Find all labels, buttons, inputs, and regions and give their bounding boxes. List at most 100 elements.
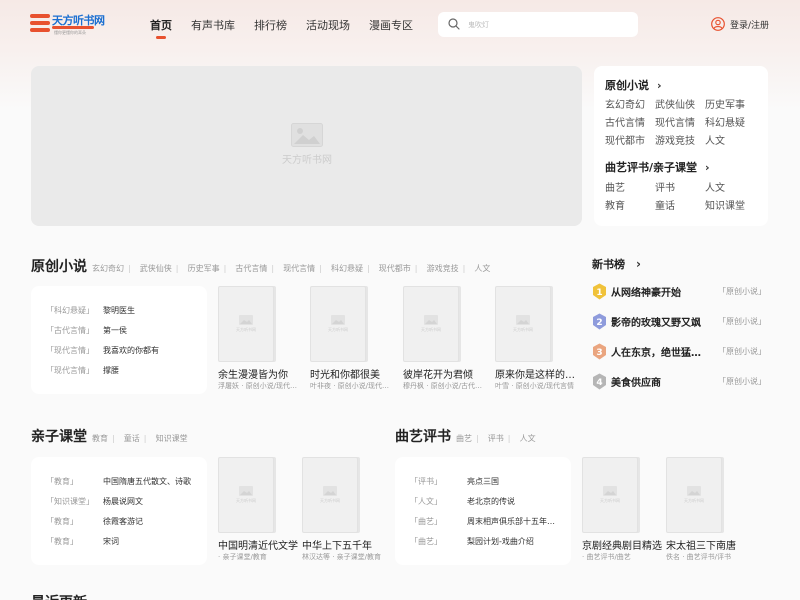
category-link[interactable]: 人文	[705, 182, 765, 195]
search-icon[interactable]	[448, 18, 460, 30]
category-link[interactable]: 玄幻奇幻	[605, 99, 655, 112]
image-placeholder-icon	[516, 315, 530, 325]
category-link[interactable]: 教育	[605, 200, 655, 213]
category-link[interactable]: 历史军事	[705, 99, 765, 112]
header: 天方听书网 懂你更懂你的耳朵 首页 有声书库 排行榜 活动现场 漫画专区 登录/…	[0, 0, 800, 50]
book-meta: · 亲子课堂/教育	[218, 553, 267, 561]
book-card[interactable]: 天方听书网 余生漫漫皆为你 浮屠妖 · 原创小说/现代言情	[218, 286, 300, 394]
image-placeholder-icon	[603, 486, 617, 496]
book-title: 京剧经典剧目精选	[582, 541, 662, 552]
list-item[interactable]: 「古代言情」 第一侯	[46, 325, 196, 336]
category-title-quyi-kids[interactable]: 曲艺评书/亲子课堂 ›	[605, 159, 710, 175]
rank-medal-icon: 2	[593, 313, 606, 330]
kids-list-card: 「教育」 中国隋唐五代散文、诗歌 「知识课堂」 杨晨说网文 「教育」 徐霞客游记 「教…	[31, 457, 207, 565]
list-item[interactable]: 「曲艺」 周末相声俱乐部十五年精选	[410, 516, 560, 527]
category-link[interactable]: 武侠仙侠	[655, 99, 705, 112]
list-item[interactable]: 「教育」 宋词	[46, 536, 196, 547]
nav-home[interactable]: 首页	[150, 17, 172, 39]
category-grid-quyi-kids: 曲艺 评书 人文 教育 童话 知识课堂	[605, 182, 765, 213]
book-title: 中华上下五千年	[302, 541, 372, 552]
nav-events[interactable]: 活动现场	[306, 17, 350, 33]
book-card[interactable]: 天方听书网 中国明清近代文学 · 亲子课堂/教育	[218, 457, 300, 565]
category-link[interactable]: 知识课堂	[705, 200, 765, 213]
search-box	[438, 12, 638, 37]
book-cover: 天方听书网	[218, 286, 274, 362]
search-input[interactable]	[468, 16, 628, 33]
book-meta: 穆丹枫 · 原创小说/古代言情	[403, 382, 483, 390]
section-tags: 玄幻奇幻 | 武侠仙侠 | 历史军事 | 古代言情 | 现代言情 | 科幻悬疑 | 现代都市…	[92, 264, 491, 273]
book-meta: · 曲艺评书/曲艺	[582, 553, 631, 561]
user-icon	[711, 17, 725, 31]
list-item[interactable]: 「评书」 亮点三国	[410, 476, 560, 487]
book-card[interactable]: 天方听书网 原来你是这样的顾先生 叶雪 · 原创小说/现代言情	[495, 286, 577, 394]
ranking-item[interactable]: 2 影帝的玫瑰又野又飒 「原创小说」	[592, 313, 766, 330]
ranking-item[interactable]: 4 美食供应商 「原创小说」	[592, 373, 766, 390]
ranking-title: 影帝的玫瑰又野又飒	[611, 318, 701, 329]
category-grid-original: 玄幻奇幻 武侠仙侠 历史军事 古代言情 现代言情 科幻悬疑 现代都市 游戏竞技 …	[605, 99, 765, 148]
category-link[interactable]: 科幻悬疑	[705, 117, 765, 130]
category-link[interactable]: 古代言情	[605, 117, 655, 130]
list-item[interactable]: 「曲艺」 梨园计划-戏曲介绍	[410, 536, 560, 547]
book-cover: 天方听书网	[310, 286, 366, 362]
category-link[interactable]: 评书	[655, 182, 705, 195]
category-link[interactable]: 人文	[705, 135, 765, 148]
category-link[interactable]: 现代言情	[655, 117, 705, 130]
image-placeholder-icon	[291, 123, 323, 147]
section-title[interactable]: 亲子课堂	[31, 426, 87, 446]
main-nav: 首页 有声书库 排行榜 活动现场 漫画专区	[150, 17, 432, 39]
list-item[interactable]: 「现代言情」 我喜欢的你都有	[46, 345, 196, 356]
nav-comics[interactable]: 漫画专区	[369, 17, 413, 33]
book-meta: 叶雪 · 原创小说/现代言情	[495, 382, 575, 390]
category-link[interactable]: 童话	[655, 200, 705, 213]
list-item[interactable]: 「科幻悬疑」 黎明医生	[46, 305, 196, 316]
book-title: 中国明清近代文学	[218, 541, 298, 552]
image-placeholder-icon	[239, 486, 253, 496]
ranking-title: 人在东京，绝世猛龙过江	[611, 348, 708, 359]
section-title[interactable]: 原创小说	[31, 256, 87, 276]
ranking-category: 「原创小说」	[718, 287, 766, 296]
site-logo[interactable]: 天方听书网 懂你更懂你的耳朵	[30, 12, 105, 38]
image-placeholder-icon	[424, 315, 438, 325]
image-placeholder-icon	[331, 315, 345, 325]
ranking-header[interactable]: 新书榜 ›	[592, 256, 641, 272]
login-register-button[interactable]: 登录/注册	[711, 17, 769, 31]
list-item[interactable]: 「教育」 徐霞客游记	[46, 516, 196, 527]
login-label: 登录/注册	[730, 20, 770, 31]
book-card[interactable]: 天方听书网 彼岸花开为君倾 穆丹枫 · 原创小说/古代言情	[403, 286, 485, 394]
ranking-category: 「原创小说」	[718, 377, 766, 386]
list-item[interactable]: 「人文」 老北京的传说	[410, 496, 560, 507]
logo-mark-icon	[30, 14, 50, 34]
chevron-right-icon: ›	[705, 161, 710, 174]
image-placeholder-icon	[323, 486, 337, 496]
section-title[interactable]: 曲艺评书	[395, 426, 451, 446]
book-card[interactable]: 天方听书网 中华上下五千年 林汉达等 · 亲子课堂/教育	[302, 457, 384, 565]
book-title: 宋太祖三下南唐	[666, 541, 736, 552]
list-item[interactable]: 「教育」 中国隋唐五代散文、诗歌	[46, 476, 196, 487]
nav-audiobook-library[interactable]: 有声书库	[191, 17, 235, 33]
banner-placeholder-text: 天方听书网	[282, 155, 332, 166]
category-link[interactable]: 游戏竞技	[655, 135, 705, 148]
category-link[interactable]: 曲艺	[605, 182, 655, 195]
book-cover: 天方听书网	[666, 457, 722, 533]
list-item[interactable]: 「现代言情」 撑腰	[46, 365, 196, 376]
nav-ranking[interactable]: 排行榜	[254, 17, 287, 33]
category-card: 原创小说 › 玄幻奇幻 武侠仙侠 历史军事 古代言情 现代言情 科幻悬疑 现代都市…	[594, 66, 768, 226]
ranking-title: 新书榜	[592, 258, 625, 271]
category-title-original[interactable]: 原创小说 ›	[605, 77, 662, 93]
ranking-title: 从网络神豪开始	[611, 288, 681, 299]
book-card[interactable]: 天方听书网 宋太祖三下南唐 佚名 · 曲艺评书/评书	[666, 457, 748, 565]
book-title: 时光和你都很美	[310, 370, 380, 381]
book-cover: 天方听书网	[302, 457, 358, 533]
banner-carousel[interactable]: 天方听书网	[31, 66, 582, 226]
book-card[interactable]: 天方听书网 京剧经典剧目精选 · 曲艺评书/曲艺	[582, 457, 664, 565]
book-meta: 林汉达等 · 亲子课堂/教育	[302, 553, 382, 561]
section-kids-header: 亲子课堂 教育 | 童话 | 知识课堂	[31, 426, 188, 446]
list-item[interactable]: 「知识课堂」 杨晨说网文	[46, 496, 196, 507]
section-tags: 曲艺 | 评书 | 人文	[456, 434, 536, 443]
ranking-item[interactable]: 1 从网络神豪开始 「原创小说」	[592, 283, 766, 300]
ranking-item[interactable]: 3 人在东京，绝世猛龙过江 「原创小说」	[592, 343, 766, 360]
category-link[interactable]: 现代都市	[605, 135, 655, 148]
ranking-title: 美食供应商	[611, 378, 661, 389]
section-title[interactable]: 最近更新	[31, 592, 87, 600]
book-card[interactable]: 天方听书网 时光和你都很美 叶非夜 · 原创小说/现代言情	[310, 286, 392, 394]
